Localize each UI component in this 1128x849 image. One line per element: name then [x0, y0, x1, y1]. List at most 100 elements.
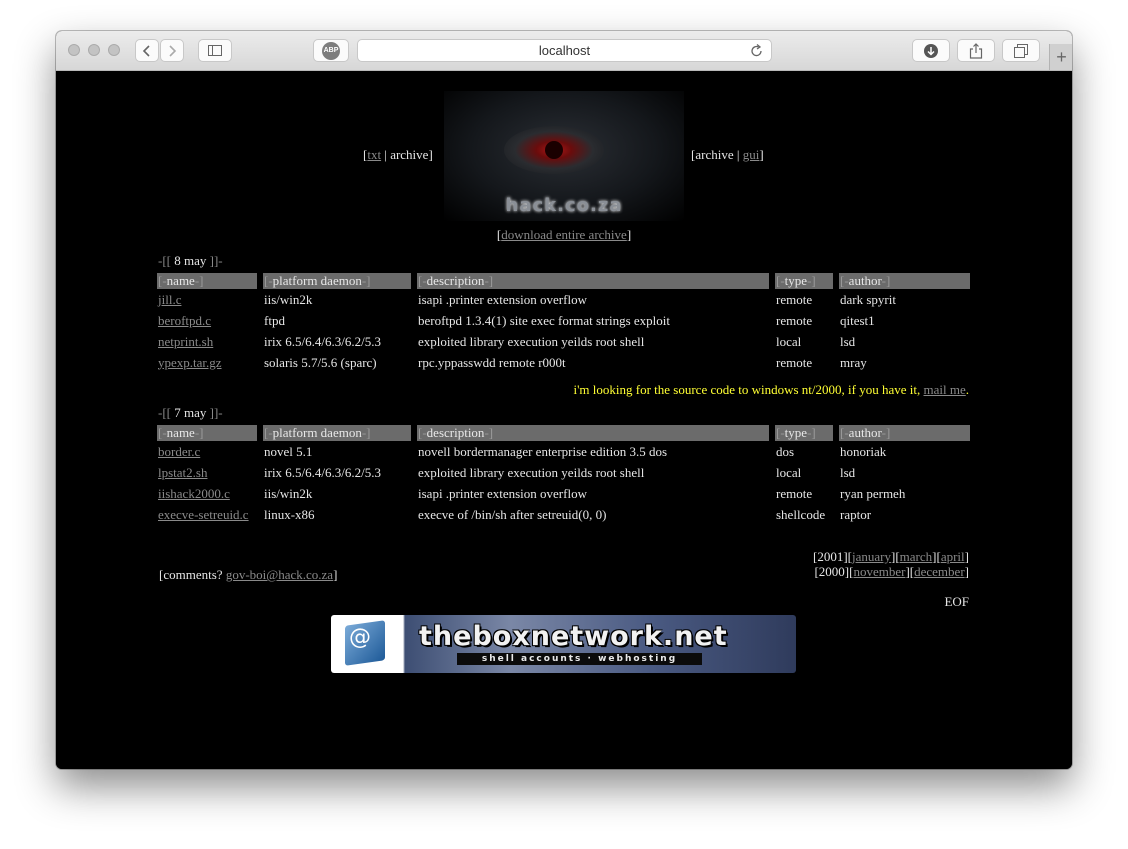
platform-cell: irix 6.5/6.4/6.3/6.2/5.3	[264, 333, 381, 349]
month-link[interactable]: april	[941, 549, 965, 564]
type-cell: local	[776, 464, 802, 480]
author-cell: lsd	[840, 333, 856, 349]
tabs-overview-button[interactable]	[1002, 39, 1040, 62]
description-cell: rpc.yppasswdd remote r000t	[418, 354, 566, 370]
close-window-button[interactable]	[68, 44, 80, 56]
type-cell: shellcode	[776, 506, 826, 522]
description-cell: novell bordermanager enterprise edition …	[418, 443, 668, 459]
table-row: ypexp.tar.gz solaris 5.7/5.6 (sparc) rpc…	[157, 352, 970, 373]
col-description-header: [-description-]	[417, 273, 775, 289]
platform-cell: iis/win2k	[264, 485, 313, 501]
address-bar[interactable]: localhost	[357, 39, 772, 62]
table-row: execve-setreuid.c linux-x86 execve of /b…	[157, 504, 970, 525]
hack-logo: hack.co.za	[444, 91, 684, 221]
exploit-link[interactable]: border.c	[158, 444, 200, 459]
mail-me-link[interactable]: mail me	[924, 382, 966, 397]
author-cell: raptor	[840, 506, 872, 522]
reload-icon[interactable]	[749, 43, 765, 59]
author-cell: dark spyrit	[840, 291, 896, 307]
page-content: hack.co.za [txt | archive] [archive | gu…	[56, 71, 1072, 769]
archive-years: [2001][january][march][april] [2000][nov…	[813, 549, 969, 579]
exploit-table-8-may: [-name-] [-platform daemon-] [-descripti…	[157, 273, 970, 373]
platform-cell: iis/win2k	[264, 291, 313, 307]
adblock-button[interactable]: ABP	[313, 39, 349, 62]
exploit-link[interactable]: iishack2000.c	[158, 486, 230, 501]
table-row: jill.c iis/win2k isapi .printer extensio…	[157, 289, 970, 310]
forward-button[interactable]	[160, 39, 184, 62]
col-type-header: [-type-]	[775, 425, 839, 441]
type-cell: remote	[776, 485, 813, 501]
archive-label-right: archive	[695, 147, 734, 162]
table-row: netprint.sh irix 6.5/6.4/6.3/6.2/5.3 exp…	[157, 331, 970, 352]
type-cell: remote	[776, 312, 813, 328]
year-2001-row: [2001][january][march][april]	[813, 549, 969, 564]
chevron-left-icon	[142, 44, 150, 57]
download-archive: [download entire archive]	[496, 227, 632, 242]
banner-tagline: shell accounts · webhosting	[457, 653, 702, 665]
platform-cell: ftpd	[264, 312, 285, 328]
description-cell: execve of /bin/sh after setreuid(0, 0)	[418, 506, 607, 522]
nav-left: [txt | archive]	[363, 147, 433, 162]
archive-label-left: archive	[390, 147, 429, 162]
tabs-icon	[1014, 43, 1028, 58]
month-link[interactable]: january	[852, 549, 891, 564]
col-name-header: [-name-]	[157, 273, 263, 289]
exploit-link[interactable]: execve-setreuid.c	[158, 507, 249, 522]
zoom-window-button[interactable]	[108, 44, 120, 56]
exploit-link[interactable]: lpstat2.sh	[158, 465, 207, 480]
date-header-7-may: -[[ 7 may ]]-	[158, 405, 223, 420]
table-header-row: [-name-] [-platform daemon-] [-descripti…	[157, 273, 970, 289]
author-cell: ryan permeh	[840, 485, 906, 501]
back-button[interactable]	[135, 39, 159, 62]
col-author-header: [-author-]	[839, 273, 970, 289]
month-link[interactable]: december	[914, 564, 965, 579]
txt-link[interactable]: txt	[367, 147, 381, 162]
month-link[interactable]: march	[900, 549, 932, 564]
exploit-link[interactable]: ypexp.tar.gz	[158, 355, 222, 370]
exploit-table-7-may: [-name-] [-platform daemon-] [-descripti…	[157, 425, 970, 525]
platform-cell: irix 6.5/6.4/6.3/6.2/5.3	[264, 464, 381, 480]
adblock-icon: ABP	[322, 41, 340, 60]
type-cell: dos	[776, 443, 795, 459]
gui-link[interactable]: gui	[743, 147, 760, 162]
at-sign-icon: @	[349, 625, 371, 650]
browser-toolbar: ABP localhost +	[56, 31, 1072, 71]
theboxnetwork-banner[interactable]: @ theboxnetwork.net shell accounts · web…	[331, 615, 796, 673]
year-2000-row: [2000][november][december]	[814, 564, 969, 579]
share-button[interactable]	[957, 39, 995, 62]
col-platform-header: [-platform daemon-]	[263, 425, 417, 441]
url-text: localhost	[538, 43, 591, 58]
sidebar-icon	[208, 45, 222, 56]
eye-image	[504, 126, 604, 174]
author-cell: honoriak	[840, 443, 887, 459]
download-icon	[924, 43, 938, 58]
plus-icon: +	[1056, 46, 1067, 67]
banner-name: theboxnetwork.net	[419, 621, 728, 652]
date-header-8-may: -[[ 8 may ]]-	[158, 253, 223, 268]
description-cell: exploited library execution yeilds root …	[418, 333, 645, 349]
description-cell: isapi .printer extension overflow	[418, 291, 587, 307]
new-tab-button[interactable]: +	[1049, 44, 1072, 70]
col-platform-header: [-platform daemon-]	[263, 273, 417, 289]
author-cell: mray	[840, 354, 867, 370]
month-link[interactable]: november	[853, 564, 905, 579]
logo-text: hack.co.za	[505, 195, 623, 216]
exploit-link[interactable]: netprint.sh	[158, 334, 213, 349]
description-cell: exploited library execution yeilds root …	[418, 464, 645, 480]
minimize-window-button[interactable]	[88, 44, 100, 56]
email-link[interactable]: gov-boi@hack.co.za	[226, 567, 333, 582]
downloads-button[interactable]	[912, 39, 950, 62]
description-cell: isapi .printer extension overflow	[418, 485, 587, 501]
nav-right: [archive | gui]	[691, 147, 764, 162]
platform-cell: solaris 5.7/5.6 (sparc)	[264, 354, 377, 370]
sidebar-button[interactable]	[198, 39, 232, 62]
table-row: iishack2000.c iis/win2k isapi .printer e…	[157, 483, 970, 504]
exploit-link[interactable]: jill.c	[158, 292, 181, 307]
download-archive-link[interactable]: download entire archive	[501, 227, 627, 242]
table-row: beroftpd.c ftpd beroftpd 1.3.4(1) site e…	[157, 310, 970, 331]
browser-window: ABP localhost + hack.co.za [txt | archiv…	[56, 31, 1072, 769]
exploit-link[interactable]: beroftpd.c	[158, 313, 211, 328]
share-icon	[969, 42, 983, 59]
author-cell: qitest1	[840, 312, 875, 328]
comments-line: [comments? gov-boi@hack.co.za]	[159, 567, 338, 582]
